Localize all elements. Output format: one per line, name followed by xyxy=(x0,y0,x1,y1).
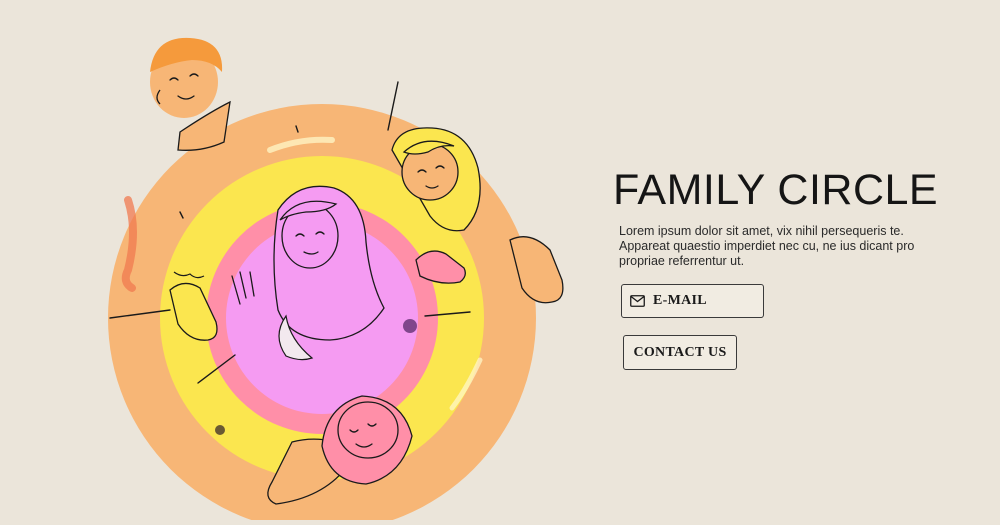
envelope-icon xyxy=(630,295,645,307)
email-placeholder: E-MAIL xyxy=(653,293,707,308)
contact-us-button[interactable]: CONTACT US xyxy=(623,335,737,370)
page-title: FAMILY CIRCLE xyxy=(613,166,939,214)
email-field[interactable]: E-MAIL xyxy=(621,284,764,318)
family-circle-illustration xyxy=(108,37,564,520)
description-text: Lorem ipsum dolor sit amet, vix nihil pe… xyxy=(619,224,915,268)
father-figure xyxy=(150,37,231,151)
